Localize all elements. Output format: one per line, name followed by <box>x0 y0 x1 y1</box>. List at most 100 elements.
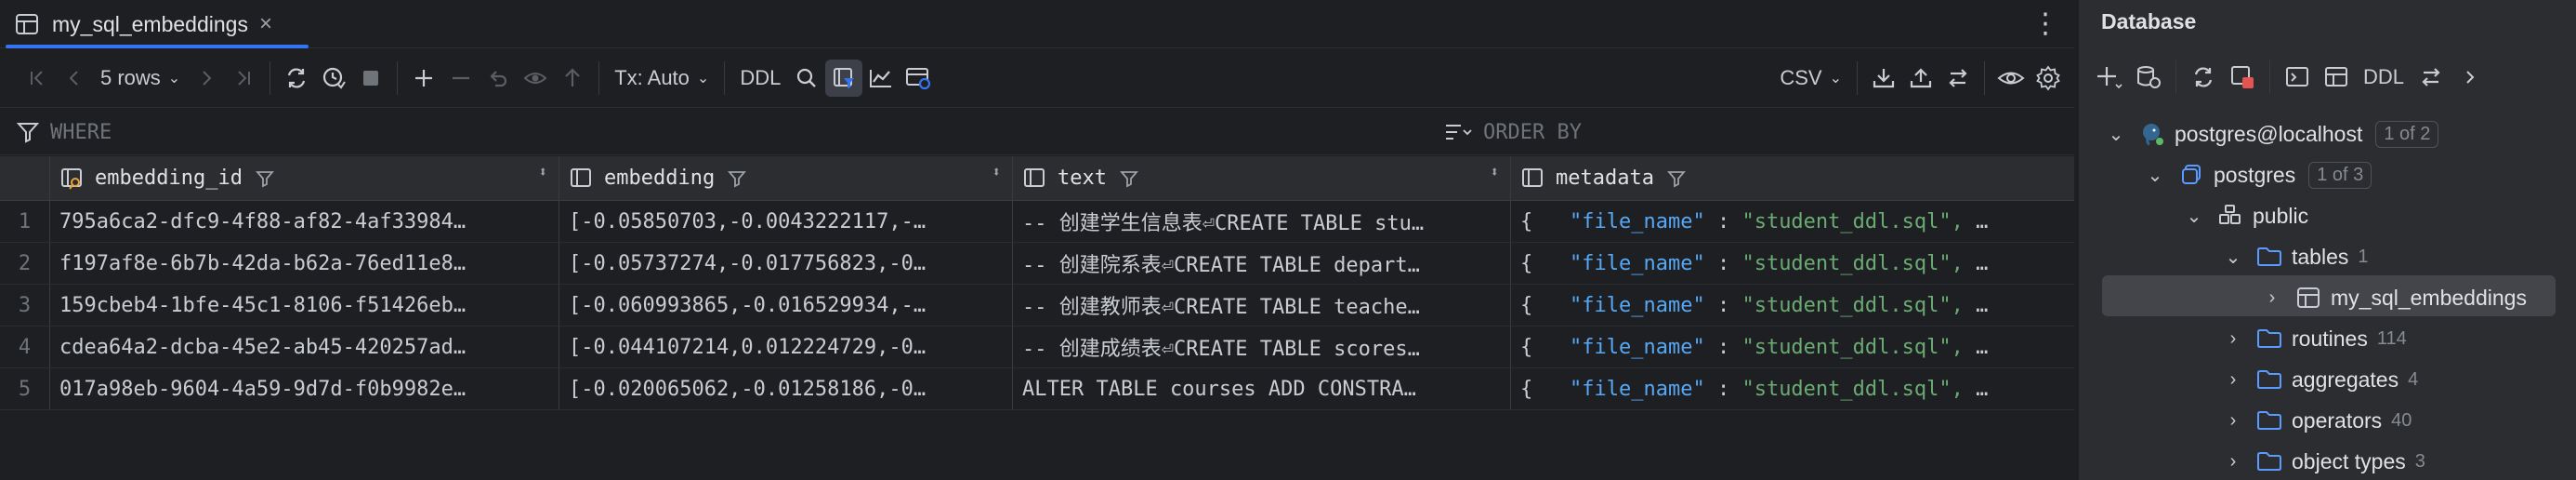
chevron-right-icon[interactable] <box>2451 59 2490 96</box>
stop-icon[interactable] <box>352 60 389 97</box>
chevron-right-icon[interactable]: › <box>2223 451 2243 473</box>
ddl-button[interactable]: DDL <box>732 60 788 97</box>
tree-node-table-my-sql-embeddings[interactable]: › my_sql_embeddings <box>2262 277 2527 318</box>
transaction-mode-label: Tx: Auto <box>614 65 690 89</box>
column-filter-icon[interactable] <box>1120 169 1138 188</box>
prev-page-icon[interactable] <box>56 60 93 97</box>
table-icon <box>15 13 39 35</box>
cell-text[interactable]: -- 创建学生信息表⏎CREATE TABLE stu… <box>1013 201 1511 242</box>
column-header-embedding[interactable]: embedding ⬍ <box>559 156 1013 200</box>
cell-metadata[interactable]: { "file_name" : "student_ddl.sql", … <box>1511 243 2074 284</box>
cell-embedding-id[interactable]: cdea64a2-dcba-45e2-ab45-420257ad… <box>50 327 559 367</box>
ddl-button[interactable]: DDL <box>2356 59 2412 96</box>
cell-embedding[interactable]: [-0.060993865,-0.016529934,-… <box>559 285 1013 326</box>
cell-embedding-id[interactable]: 795a6ca2-dfc9-4f88-af82-4af33984… <box>50 201 559 242</box>
cell-text[interactable]: -- 创建成绩表⏎CREATE TABLE scores… <box>1013 327 1511 367</box>
cell-embedding[interactable]: [-0.020065062,-0.01258186,-0… <box>559 368 1013 409</box>
upload-icon[interactable] <box>1902 60 1939 97</box>
chevron-right-icon[interactable]: › <box>2223 328 2243 350</box>
table-icon[interactable] <box>2317 59 2356 96</box>
cell-embedding[interactable]: [-0.05737274,-0.017756823,-0… <box>559 243 1013 284</box>
tree-node-server[interactable]: ⌄ postgres@localhost 1 of 2 <box>2106 113 2439 154</box>
column-header-metadata[interactable]: metadata <box>1511 156 2074 200</box>
transaction-mode-dropdown[interactable]: Tx: Auto ⌄ <box>607 60 716 97</box>
cell-embedding-id[interactable]: 159cbeb4-1bfe-45c1-8106-f51426eb… <box>50 285 559 326</box>
search-icon[interactable] <box>788 60 825 97</box>
cell-metadata[interactable]: { "file_name" : "student_ddl.sql", … <box>1511 327 2074 367</box>
cell-metadata[interactable]: { "file_name" : "student_ddl.sql", … <box>1511 285 2074 326</box>
sort-arrows-icon[interactable]: ⬍ <box>1490 165 1499 180</box>
close-icon[interactable]: × <box>259 11 272 37</box>
tree-node-label: operators <box>2292 407 2383 433</box>
chevron-right-icon[interactable]: › <box>2223 369 2243 391</box>
cell-text[interactable]: -- 创建教师表⏎CREATE TABLE teache… <box>1013 285 1511 326</box>
cell-text[interactable]: -- 创建院系表⏎CREATE TABLE depart… <box>1013 243 1511 284</box>
tree-node-tables[interactable]: ⌄ tables 1 <box>2223 236 2369 277</box>
table-row[interactable]: 3 159cbeb4-1bfe-45c1-8106-f51426eb… [-0.… <box>0 285 2074 327</box>
export-format-dropdown[interactable]: CSV ⌄ <box>1772 60 1849 97</box>
where-filter[interactable]: WHERE <box>17 109 112 155</box>
chevron-down-icon[interactable]: ⌄ <box>2106 123 2126 146</box>
column-filter-icon[interactable] <box>255 169 274 188</box>
history-icon[interactable] <box>315 60 352 97</box>
column-filter-icon[interactable] <box>728 169 747 188</box>
compare-icon[interactable] <box>2412 59 2451 96</box>
json-ellipsis: … <box>1976 335 1989 359</box>
gear-icon[interactable] <box>2030 60 2067 97</box>
cell-text[interactable]: ALTER TABLE courses ADD CONSTRA… <box>1013 368 1511 409</box>
tree-node-aggregates[interactable]: › aggregates 4 <box>2223 359 2419 400</box>
column-header-embedding-id[interactable]: embedding_id ⬍ <box>50 156 559 200</box>
more-vertical-icon[interactable]: ⋮ <box>2031 7 2059 41</box>
last-page-icon[interactable] <box>225 60 262 97</box>
data-source-properties-icon[interactable] <box>2129 59 2168 96</box>
sort-arrows-icon[interactable]: ⬍ <box>538 165 547 180</box>
compare-icon[interactable] <box>1939 60 1977 97</box>
column-filter-icon[interactable] <box>1667 169 1686 188</box>
cell-embedding-id[interactable]: f197af8e-6b7b-42da-b62a-76ed11e8… <box>50 243 559 284</box>
remove-row-icon[interactable] <box>442 60 480 97</box>
download-icon[interactable] <box>1865 60 1902 97</box>
cell-metadata[interactable]: { "file_name" : "student_ddl.sql", … <box>1511 201 2074 242</box>
tree-node-database[interactable]: ⌄ postgres 1 of 3 <box>2145 154 2372 195</box>
cell-embedding-id[interactable]: 017a98eb-9604-4a59-9d7d-f0b9982e… <box>50 368 559 409</box>
chevron-down-icon[interactable]: ⌄ <box>2223 246 2243 269</box>
chevron-down-icon[interactable]: ⌄ <box>2184 205 2204 228</box>
chevron-down-icon[interactable]: ⌄ <box>2145 164 2165 187</box>
tab-my-sql-embeddings[interactable]: my_sql_embeddings × <box>6 0 309 48</box>
column-header-text[interactable]: text ⬍ <box>1013 156 1511 200</box>
submit-icon[interactable] <box>554 60 591 97</box>
json-value: "student_ddl.sql", <box>1741 209 1964 233</box>
add-icon[interactable] <box>2090 59 2129 96</box>
table-row[interactable]: 4 cdea64a2-dcba-45e2-ab45-420257ad… [-0.… <box>0 327 2074 368</box>
cell-embedding[interactable]: [-0.05850703,-0.0043222117,-… <box>559 201 1013 242</box>
next-page-icon[interactable] <box>188 60 225 97</box>
table-row[interactable]: 1 795a6ca2-dfc9-4f88-af82-4af33984… [-0.… <box>0 201 2074 243</box>
tree-node-badge: 1 of 3 <box>2308 161 2372 189</box>
first-page-icon[interactable] <box>19 60 56 97</box>
chevron-right-icon[interactable]: › <box>2262 287 2282 309</box>
tree-node-schema[interactable]: ⌄ public <box>2184 195 2309 236</box>
view-query-icon[interactable] <box>900 60 937 97</box>
sort-arrows-icon[interactable]: ⬍ <box>992 165 1001 180</box>
refresh-icon[interactable] <box>2184 59 2223 96</box>
tree-node-object-types[interactable]: › object types 3 <box>2223 441 2425 480</box>
eye-icon[interactable] <box>1992 60 2030 97</box>
filter-toggle-icon[interactable] <box>825 59 863 97</box>
refresh-icon[interactable] <box>278 60 315 97</box>
cell-embedding[interactable]: [-0.044107214,0.012224729,-0… <box>559 327 1013 367</box>
tree-node-count: 3 <box>2414 450 2425 472</box>
table-row[interactable]: 5 017a98eb-9604-4a59-9d7d-f0b9982e… [-0.… <box>0 368 2074 410</box>
console-icon[interactable] <box>2278 59 2317 96</box>
table-row[interactable]: 2 f197af8e-6b7b-42da-b62a-76ed11e8… [-0.… <box>0 243 2074 285</box>
tree-node-routines[interactable]: › routines 114 <box>2223 318 2407 359</box>
rows-count-dropdown[interactable]: 5 rows ⌄ <box>93 60 188 97</box>
orderby-filter[interactable]: ORDER BY <box>1444 109 1582 155</box>
chart-icon[interactable] <box>862 60 900 97</box>
disconnect-icon[interactable] <box>2223 59 2262 96</box>
cell-metadata[interactable]: { "file_name" : "student_ddl.sql", … <box>1511 368 2074 409</box>
chevron-right-icon[interactable]: › <box>2223 410 2243 432</box>
revert-icon[interactable] <box>480 60 517 97</box>
add-row-icon[interactable] <box>405 60 442 97</box>
tree-node-operators[interactable]: › operators 40 <box>2223 400 2412 441</box>
preview-icon[interactable] <box>517 60 554 97</box>
